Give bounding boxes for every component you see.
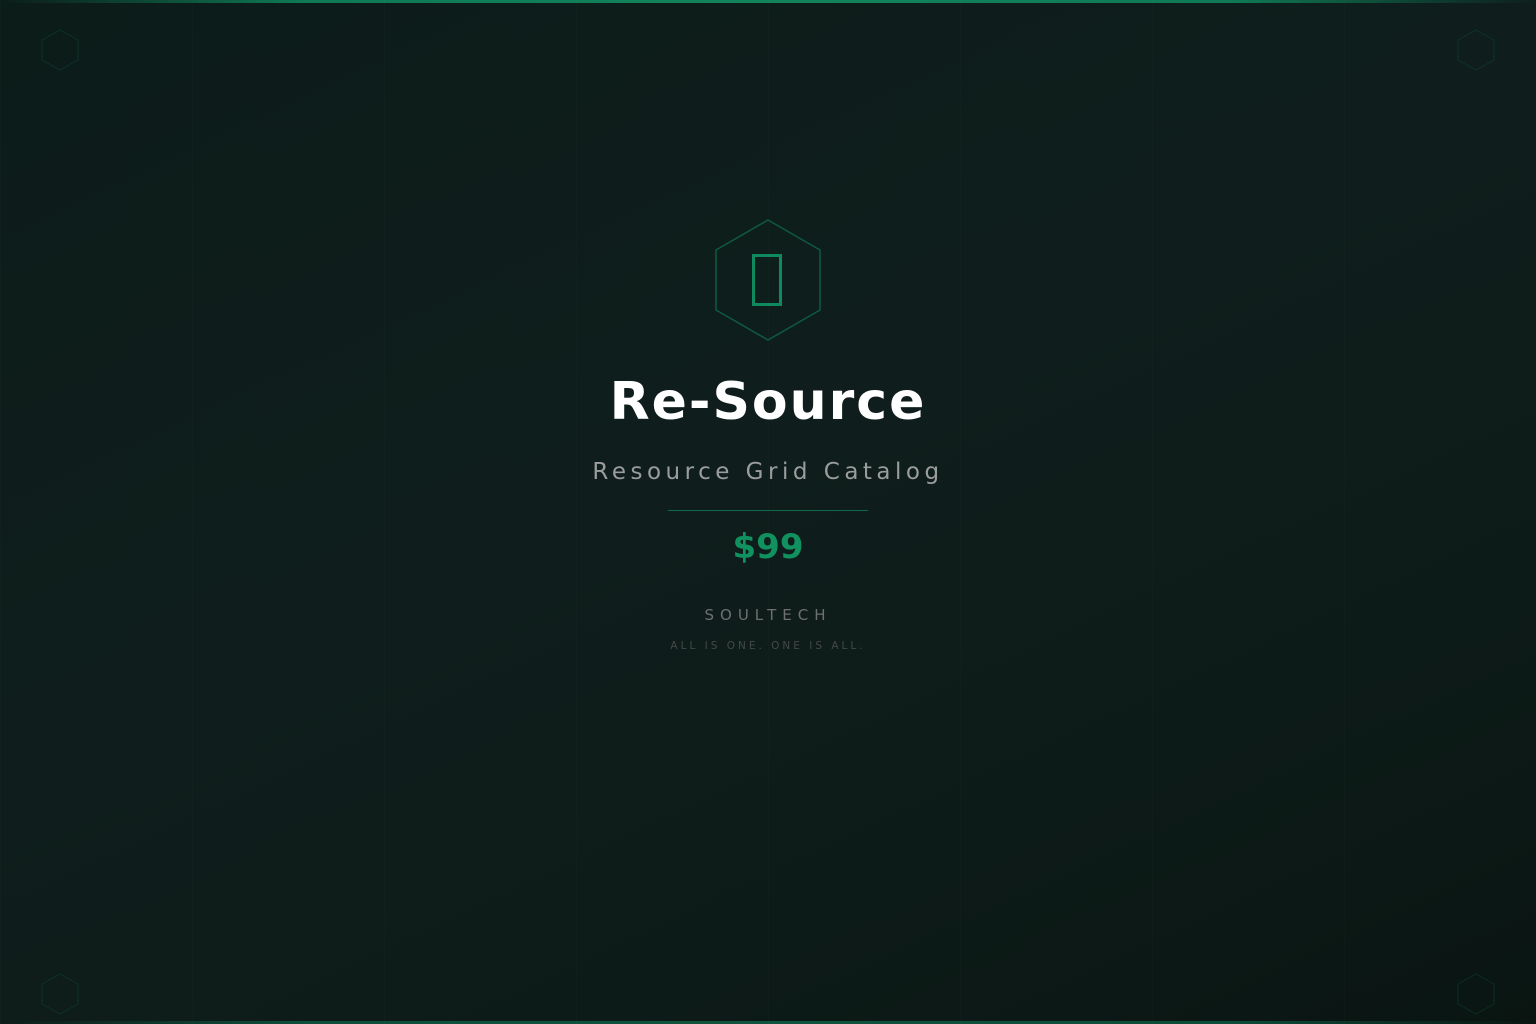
hero-section: Re-Source Resource Grid Catalog $99 SOUL… xyxy=(0,0,1536,1024)
product-title: Re-Source xyxy=(609,372,927,432)
brand-tagline: ALL IS ONE. ONE IS ALL. xyxy=(670,640,866,652)
brand-name: SOULTECH xyxy=(704,606,832,624)
logo-glyph-icon xyxy=(752,254,782,306)
divider xyxy=(668,510,868,511)
product-subtitle: Resource Grid Catalog xyxy=(592,459,944,485)
product-price: $99 xyxy=(732,527,804,567)
